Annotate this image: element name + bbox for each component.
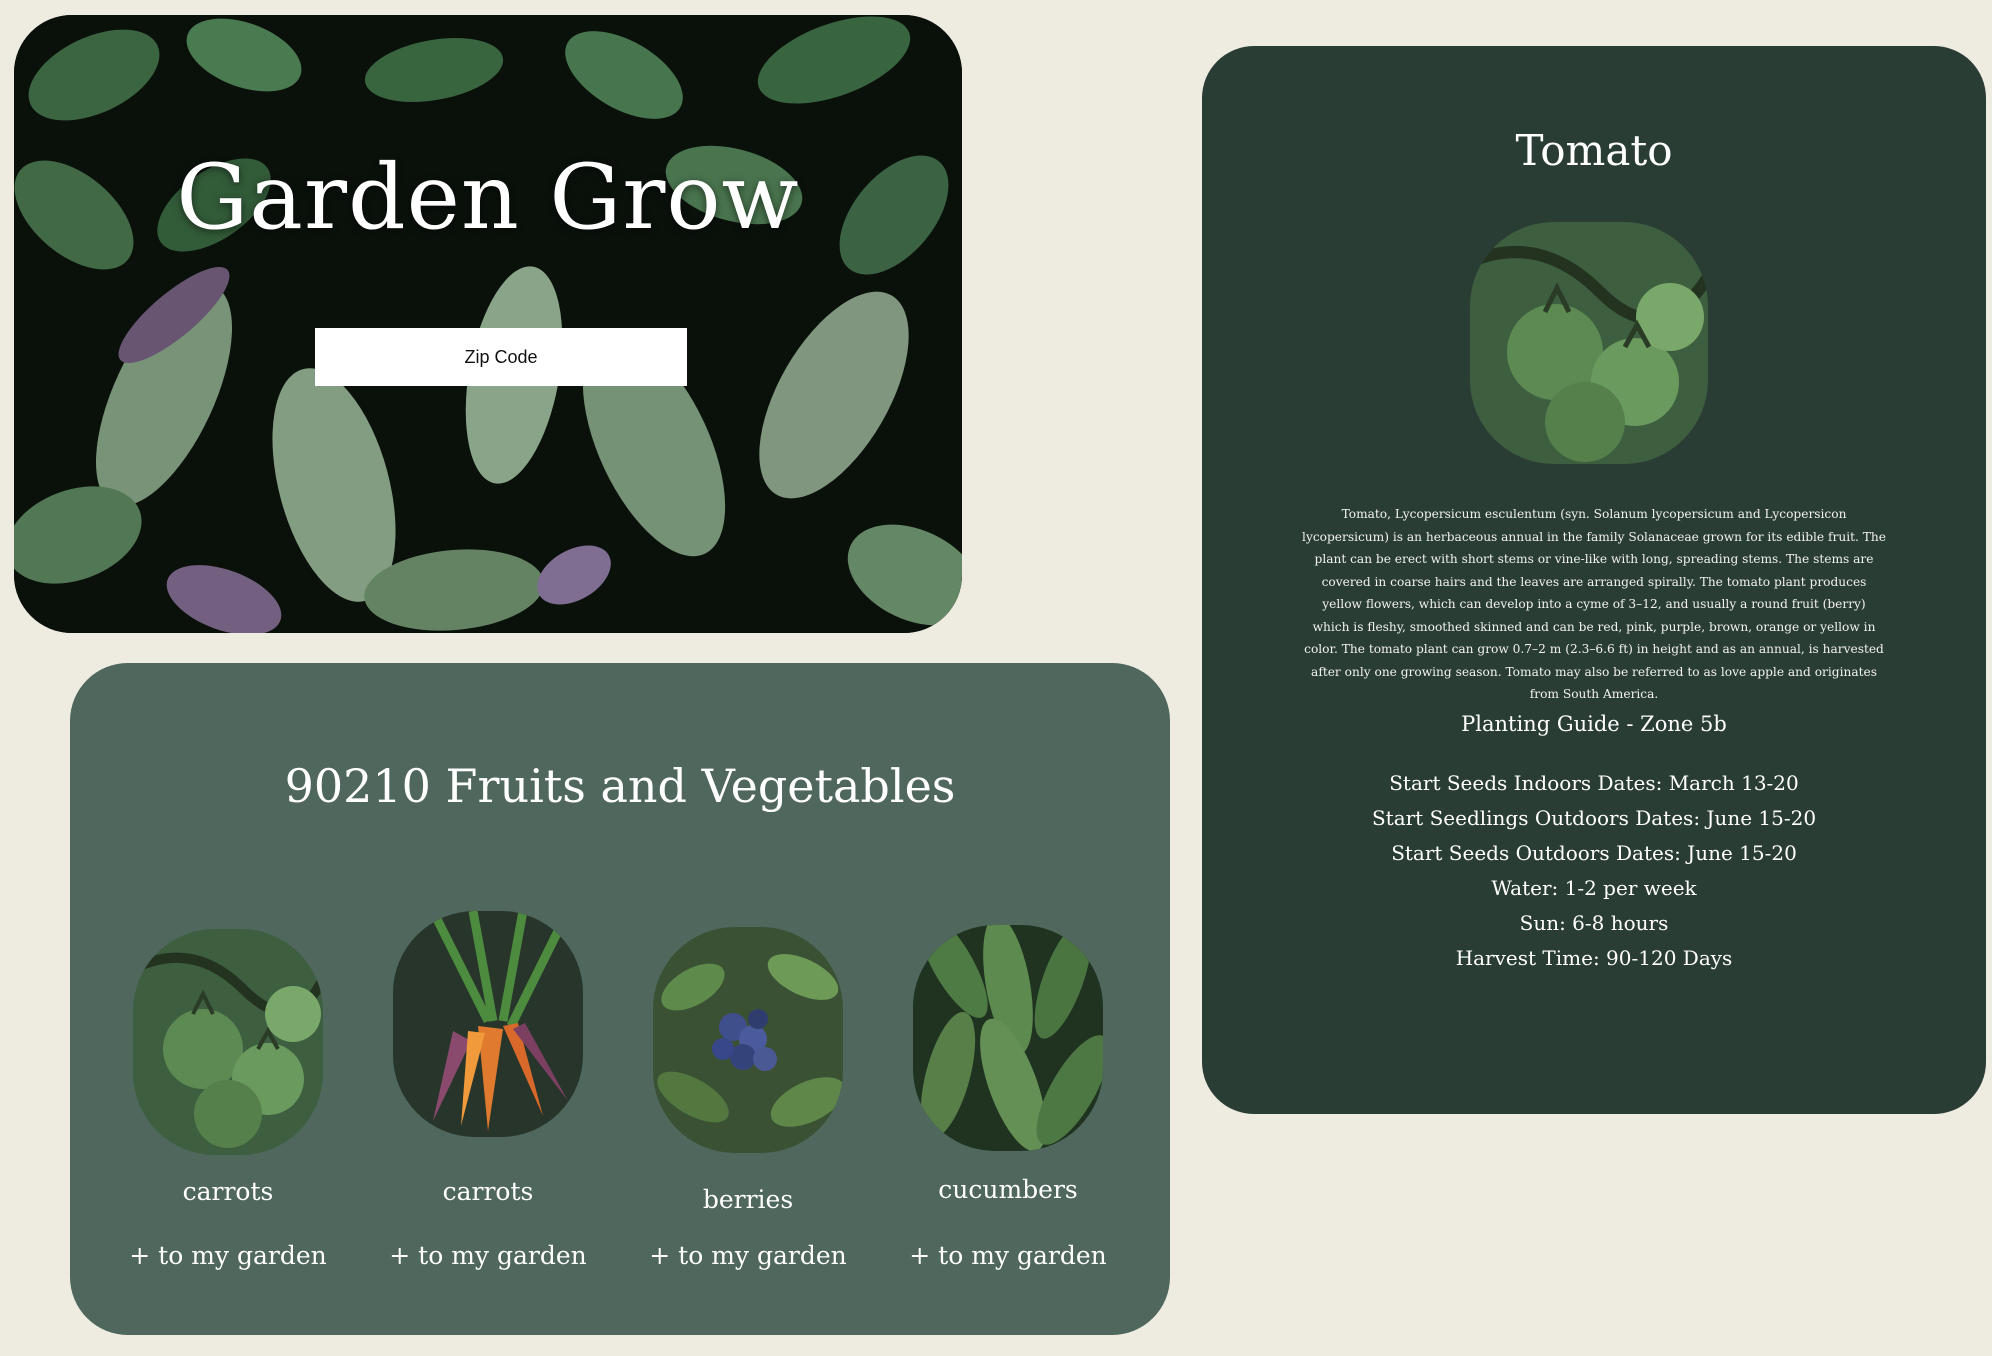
planting-guide-list: Start Seeds Indoors Dates: March 13-20 S… [1202, 766, 1986, 976]
add-to-garden-button[interactable]: + to my garden [628, 1241, 868, 1270]
produce-name: cucumbers [938, 1175, 1078, 1204]
guide-item-water: Water: 1-2 per week [1491, 876, 1697, 900]
fruits-vegetables-panel: 90210 Fruits and Vegetables carrots + to… [70, 663, 1170, 1335]
produce-name: carrots [442, 1177, 534, 1206]
guide-item-sun: Sun: 6-8 hours [1519, 911, 1669, 935]
produce-card-3[interactable]: berries + to my garden [648, 927, 848, 1270]
guide-item-outdoor-seedlings: Start Seedlings Outdoors Dates: June 15-… [1371, 806, 1817, 830]
produce-name: carrots [182, 1177, 274, 1206]
herb-leaves-background-image [14, 15, 962, 633]
guide-item-indoor-seeds: Start Seeds Indoors Dates: March 13-20 [1389, 771, 1799, 795]
fruits-panel-title: 90210 Fruits and Vegetables [284, 759, 956, 813]
guide-item-harvest: Harvest Time: 90-120 Days [1455, 946, 1733, 970]
zip-code-input[interactable] [315, 328, 687, 386]
plant-title: Tomato [1515, 126, 1673, 175]
add-to-garden-button[interactable]: + to my garden [888, 1241, 1128, 1270]
guide-item-outdoor-seeds: Start Seeds Outdoors Dates: June 15-20 [1391, 841, 1797, 865]
produce-card-2[interactable]: carrots + to my garden [388, 911, 588, 1270]
blueberry-photo-icon[interactable] [653, 927, 843, 1153]
plant-description: Tomato, Lycopersicum esculentum (syn. So… [1302, 507, 1886, 702]
produce-card-4[interactable]: cucumbers + to my garden [908, 925, 1108, 1270]
hero-banner: Garden Grow [14, 15, 962, 633]
cucumber-photo-icon[interactable] [913, 925, 1103, 1151]
produce-name: berries [702, 1185, 794, 1214]
tomato-photo-icon[interactable] [133, 929, 323, 1155]
planting-guide-title: Planting Guide - Zone 5b [1461, 712, 1727, 736]
add-to-garden-button[interactable]: + to my garden [108, 1241, 348, 1270]
produce-card-1[interactable]: carrots + to my garden [128, 929, 328, 1270]
plant-detail-panel: Tomato Tomato, Lycopersicum esculentum (… [1202, 46, 1986, 1114]
add-to-garden-button[interactable]: + to my garden [368, 1241, 608, 1270]
tomato-photo-icon [1470, 222, 1708, 464]
app-title: Garden Grow [176, 145, 800, 250]
carrot-photo-icon[interactable] [393, 911, 583, 1137]
